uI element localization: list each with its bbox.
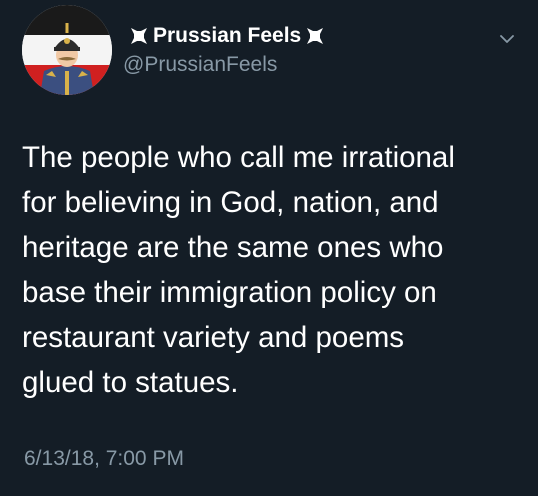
tweet-line: The people who call me irrational — [22, 141, 455, 174]
tweet-line: glued to statues. — [22, 366, 239, 399]
iron-cross-icon — [129, 26, 149, 46]
tweet-card: Prussian Feels @PrussianFeels The people… — [0, 0, 538, 496]
tweet-timestamp[interactable]: 6/13/18, 7:00 PM — [24, 447, 184, 471]
display-name-row[interactable]: Prussian Feels — [125, 21, 329, 51]
tweet-line: heritage are the same ones who — [22, 231, 444, 264]
avatar[interactable] — [22, 5, 112, 95]
author-handle[interactable]: @PrussianFeels — [123, 53, 277, 77]
tweet-line: for believing in God, nation, and — [22, 186, 439, 219]
tweet-line: base their immigration policy on — [22, 276, 437, 309]
iron-cross-icon — [305, 26, 325, 46]
display-name: Prussian Feels — [153, 24, 302, 47]
tweet-line: restaurant variety and poems — [22, 321, 405, 354]
tweet-text: The people who call me irrational for be… — [22, 135, 527, 405]
prussian-soldier-avatar-icon — [22, 5, 112, 95]
chevron-down-icon[interactable] — [498, 30, 516, 48]
